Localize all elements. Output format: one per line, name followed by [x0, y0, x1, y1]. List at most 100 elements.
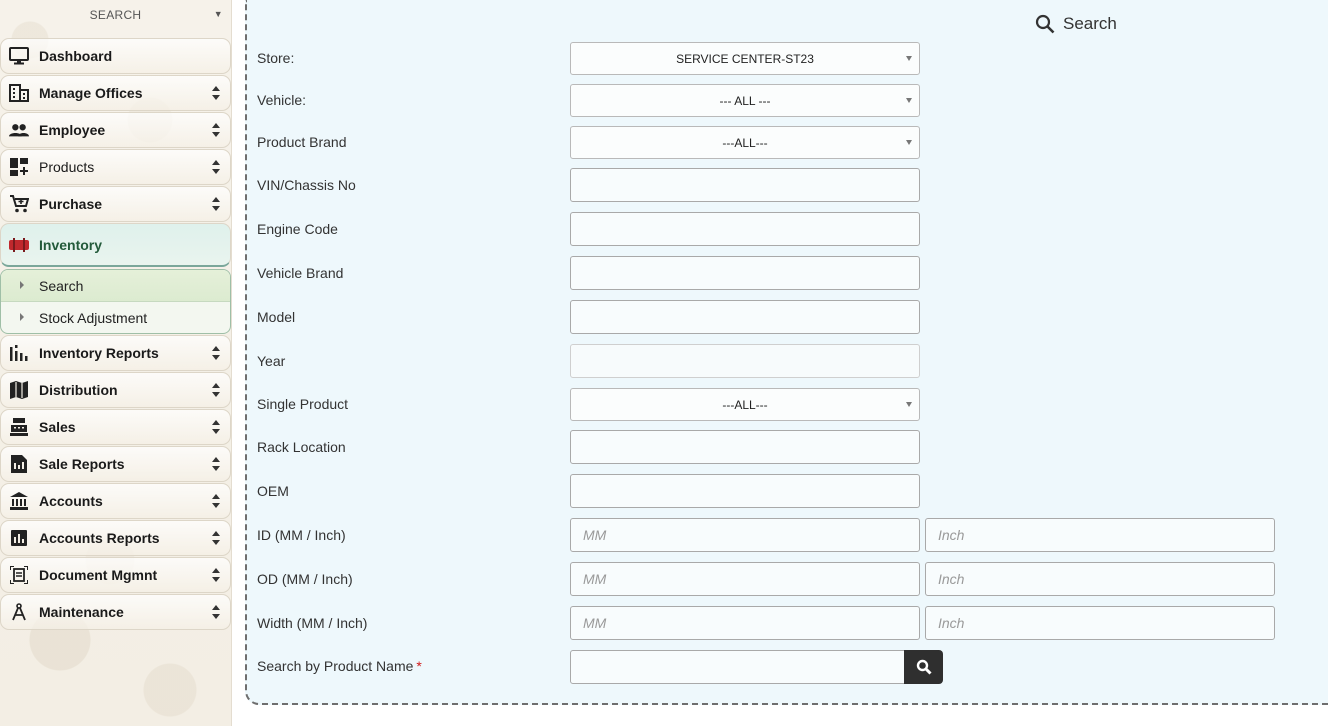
sidebar-item-maintenance[interactable]: Maintenance	[0, 594, 231, 630]
sidebar-item-label: Purchase	[39, 196, 103, 212]
report-file-icon	[9, 454, 29, 474]
sidebar-item-inventory[interactable]: Inventory	[0, 223, 231, 267]
people-icon	[9, 120, 29, 140]
sidebar-item-sales[interactable]: Sales	[0, 409, 231, 445]
sidebar-item-label: Sale Reports	[39, 456, 125, 472]
sidebar-item-accounts[interactable]: Accounts	[0, 483, 231, 519]
product-name-label: Search by Product Name *	[257, 658, 422, 674]
compass-icon	[9, 602, 29, 622]
expand-toggle-icon	[212, 605, 220, 619]
dashboard-add-icon	[9, 157, 29, 177]
expand-toggle-icon	[212, 123, 220, 137]
dropdown-arrow-icon	[906, 98, 912, 103]
sidebar-item-accounts-reports[interactable]: Accounts Reports	[0, 520, 231, 556]
product-brand-select[interactable]: ---ALL---	[570, 126, 920, 159]
sidebar-item-employee[interactable]: Employee	[0, 112, 231, 148]
width-mm-input[interactable]	[570, 606, 920, 640]
vehicle-select[interactable]: --- ALL ---	[570, 84, 920, 117]
od-inch-input[interactable]	[925, 562, 1275, 596]
store-select[interactable]: SERVICE CENTER-ST23	[570, 42, 920, 75]
product-name-input[interactable]	[570, 650, 906, 684]
sidebar-item-dashboard[interactable]: Dashboard	[0, 38, 231, 74]
store-label: Store:	[257, 50, 295, 66]
sidebar-item-label: Document Mgmnt	[39, 567, 158, 583]
engine-code-label: Engine Code	[257, 221, 338, 237]
inventory-submenu: Search Stock Adjustment	[0, 269, 231, 334]
dropdown-arrow-icon	[906, 402, 912, 407]
expand-toggle-icon	[212, 457, 220, 471]
vehicle-brand-input[interactable]	[570, 256, 920, 290]
width-dimension-label: Width (MM / Inch)	[257, 615, 368, 631]
product-brand-label: Product Brand	[257, 134, 347, 150]
vehicle-label: Vehicle:	[257, 92, 307, 108]
submenu-item-stock-adjustment[interactable]: Stock Adjustment	[1, 302, 230, 333]
oem-input[interactable]	[570, 474, 920, 508]
caret-right-icon	[20, 281, 24, 289]
sidebar-item-products[interactable]: Products	[0, 149, 231, 185]
panel-title: Search	[1035, 12, 1117, 36]
sidebar-item-label: Products	[39, 159, 95, 175]
single-product-label: Single Product	[257, 396, 349, 412]
id-dimension-label: ID (MM / Inch)	[257, 527, 346, 543]
year-input[interactable]	[570, 344, 920, 378]
expand-toggle-icon	[212, 494, 220, 508]
expand-toggle-icon	[212, 420, 220, 434]
inventory-icon	[9, 235, 29, 255]
vehicle-brand-label: Vehicle Brand	[257, 265, 344, 281]
sidebar-item-distribution[interactable]: Distribution	[0, 372, 231, 408]
search-icon	[1035, 14, 1055, 34]
sidebar-item-label: Manage Offices	[39, 85, 143, 101]
submenu-item-label: Stock Adjustment	[39, 310, 148, 326]
expand-toggle-icon	[212, 86, 220, 100]
id-inch-input[interactable]	[925, 518, 1275, 552]
expand-toggle-icon	[212, 383, 220, 397]
store-select-value: SERVICE CENTER-ST23	[676, 51, 814, 66]
sidebar-item-label: Dashboard	[39, 48, 113, 64]
vehicle-select-value: --- ALL ---	[719, 93, 771, 108]
vin-input[interactable]	[570, 168, 920, 202]
submenu-item-search[interactable]: Search	[1, 270, 230, 302]
expand-toggle-icon	[212, 160, 220, 174]
sidebar-search-label: SEARCH	[89, 8, 142, 22]
cash-register-icon	[9, 417, 29, 437]
dropdown-arrow-icon	[906, 56, 912, 61]
building-icon	[9, 83, 29, 103]
search-icon	[916, 659, 932, 675]
sidebar-item-purchase[interactable]: Purchase	[0, 186, 231, 222]
expand-toggle-icon	[212, 197, 220, 211]
dropdown-arrow-icon	[906, 140, 912, 145]
sidebar-item-label: Inventory	[39, 236, 103, 253]
id-mm-input[interactable]	[570, 518, 920, 552]
monitor-icon	[9, 46, 29, 66]
sidebar-search-dropdown[interactable]: SEARCH ▼	[0, 0, 231, 30]
sidebar-item-inventory-reports[interactable]: Inventory Reports	[0, 335, 231, 371]
model-label: Model	[257, 309, 296, 325]
year-label: Year	[257, 353, 286, 369]
sidebar-item-document-mgmnt[interactable]: Document Mgmnt	[0, 557, 231, 593]
product-brand-select-value: ---ALL---	[722, 135, 768, 150]
submenu-item-label: Search	[39, 277, 84, 294]
sidebar-item-manage-offices[interactable]: Manage Offices	[0, 75, 231, 111]
sidebar-item-label: Accounts Reports	[39, 530, 160, 546]
document-icon	[9, 565, 29, 585]
product-search-button[interactable]	[904, 650, 943, 684]
expand-toggle-icon	[212, 568, 220, 582]
vin-label: VIN/Chassis No	[257, 177, 356, 193]
bank-icon	[9, 491, 29, 511]
chevron-down-icon: ▼	[213, 9, 223, 19]
sidebar-item-label: Distribution	[39, 382, 118, 398]
product-name-label-text: Search by Product Name	[257, 658, 414, 674]
width-inch-input[interactable]	[925, 606, 1275, 640]
sidebar-item-sale-reports[interactable]: Sale Reports	[0, 446, 231, 482]
rack-location-input[interactable]	[570, 430, 920, 464]
chart-box-icon	[9, 528, 29, 548]
model-input[interactable]	[570, 300, 920, 334]
od-mm-input[interactable]	[570, 562, 920, 596]
caret-right-icon	[20, 313, 24, 321]
single-product-select[interactable]: ---ALL---	[570, 388, 920, 421]
required-marker: *	[416, 658, 422, 674]
engine-code-input[interactable]	[570, 212, 920, 246]
rack-location-label: Rack Location	[257, 439, 346, 455]
bar-chart-icon	[9, 343, 29, 363]
sidebar-item-label: Employee	[39, 122, 106, 138]
